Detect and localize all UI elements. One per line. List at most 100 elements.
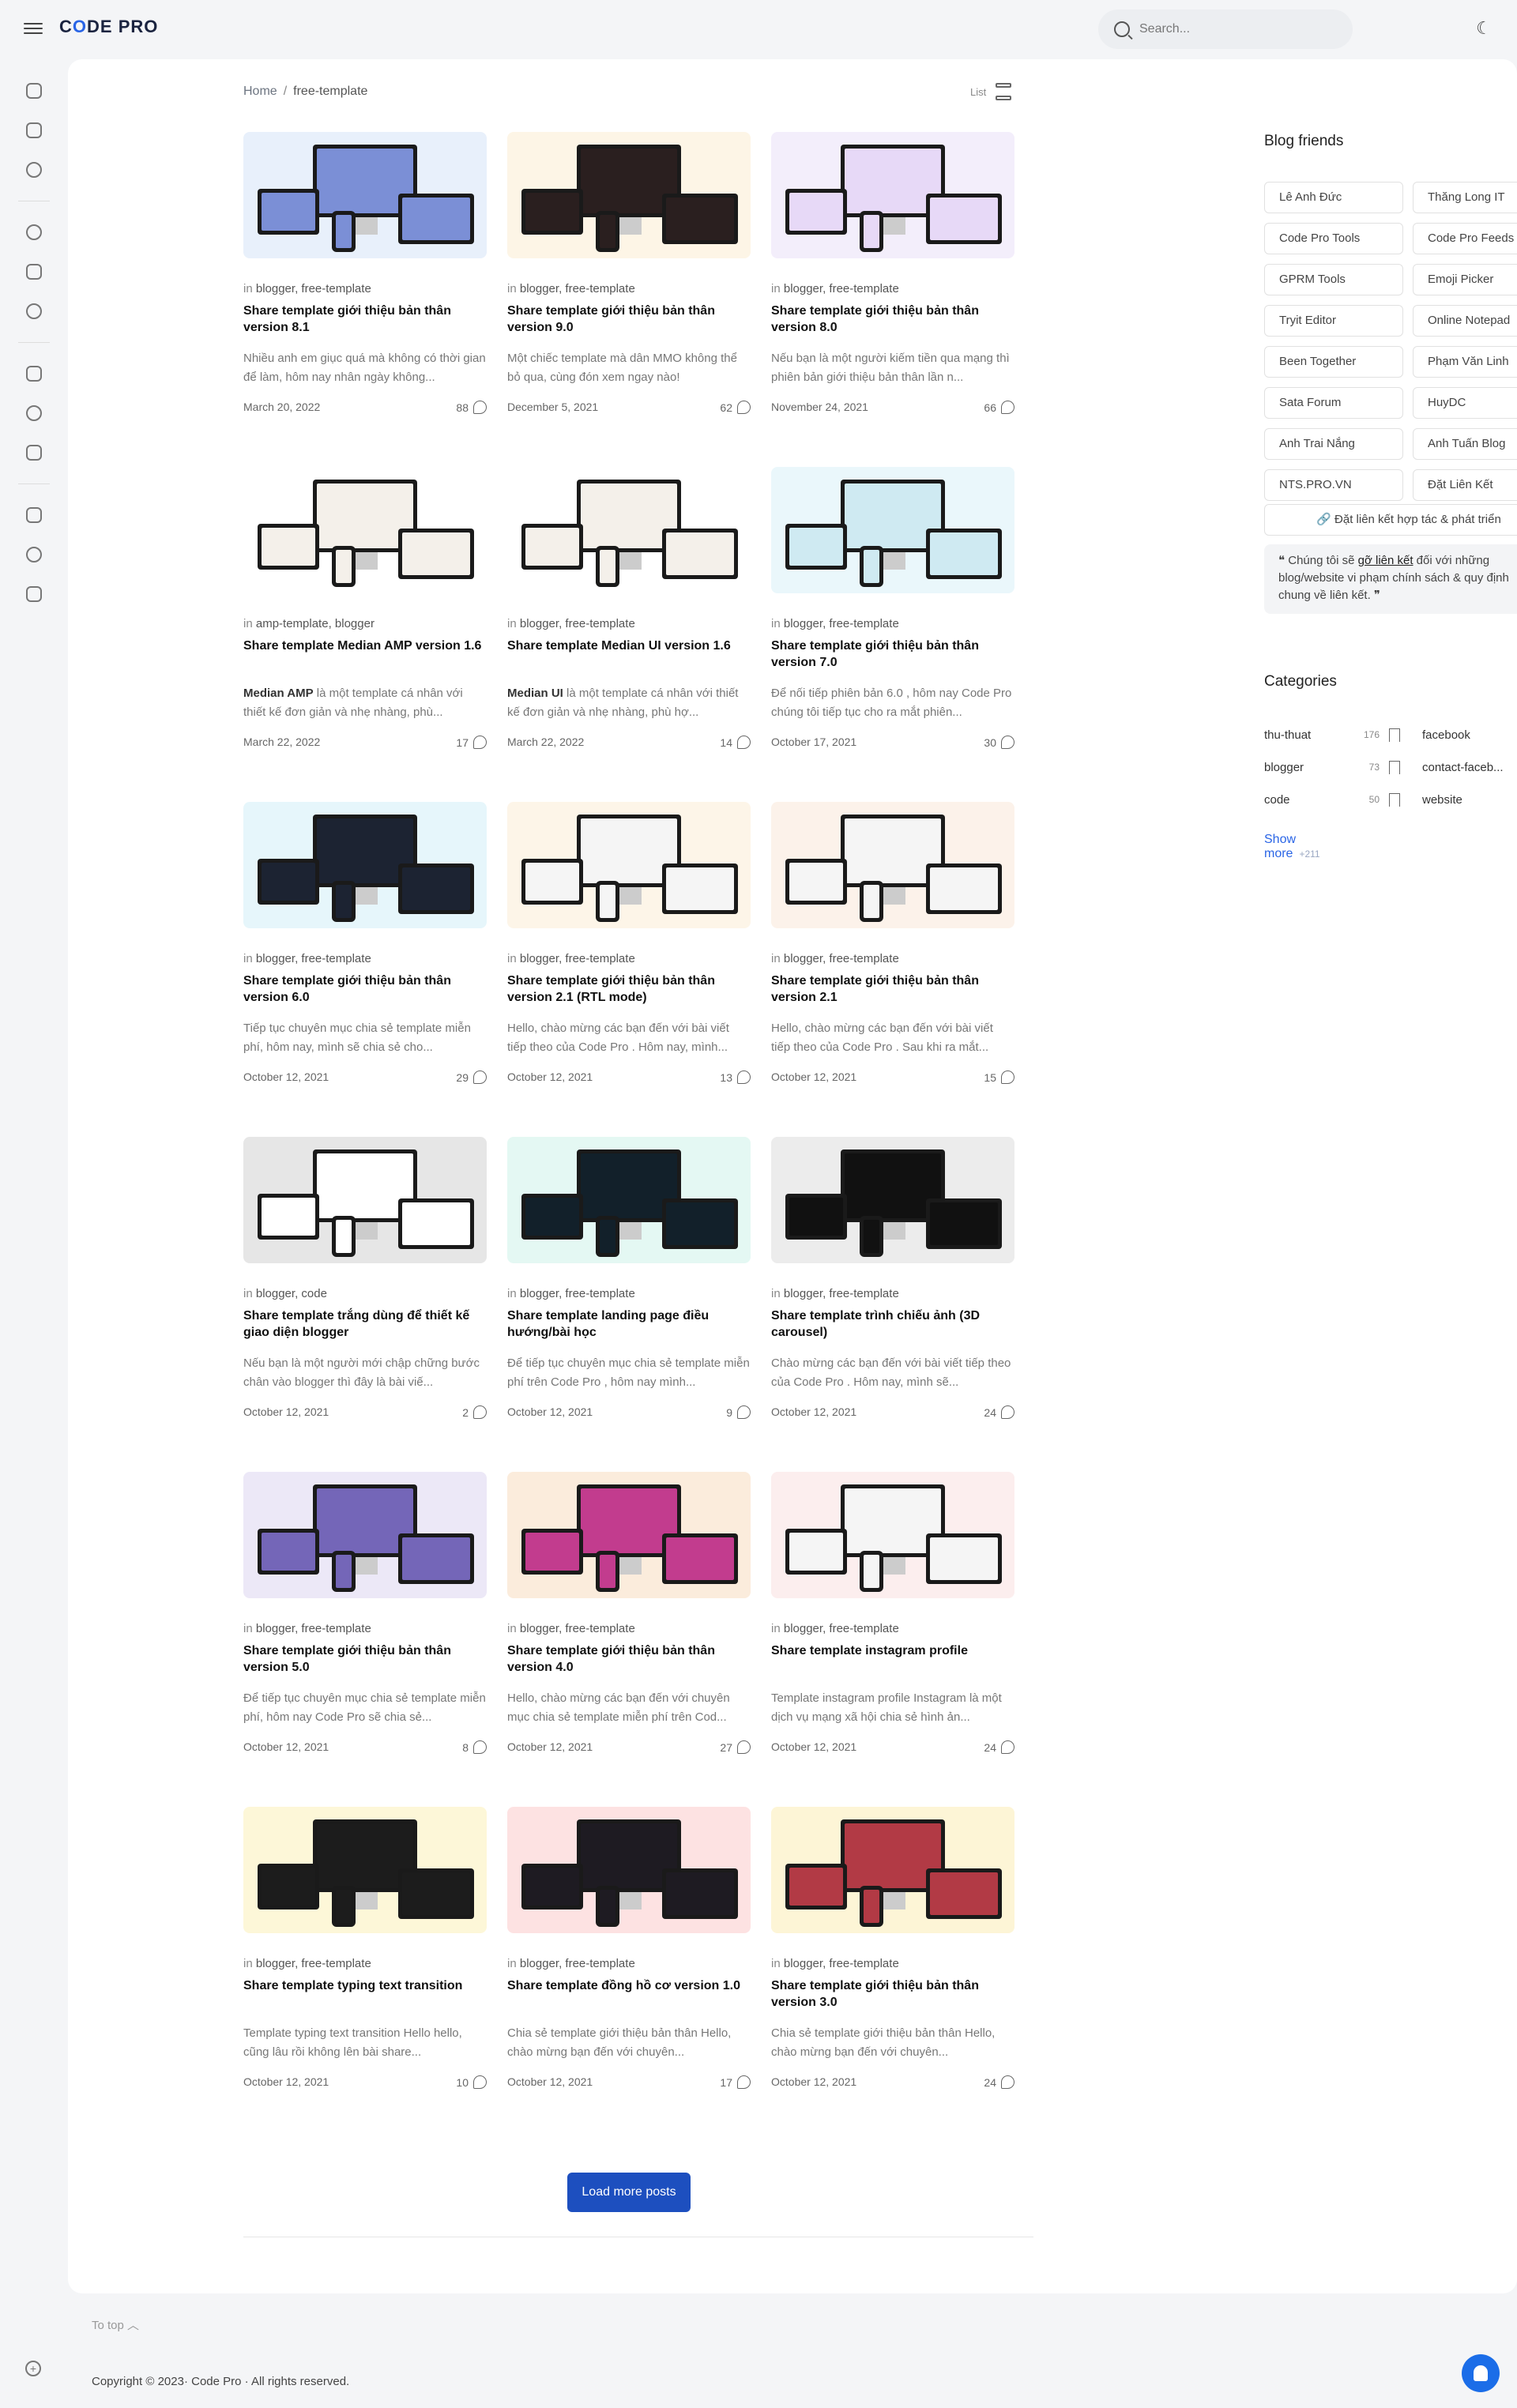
post-thumbnail[interactable] xyxy=(243,1807,487,1933)
comment-count[interactable]: 9 xyxy=(726,1405,751,1419)
post-tag-links[interactable]: blogger, free-template xyxy=(520,282,635,295)
post-thumbnail[interactable] xyxy=(243,802,487,928)
post-tag-links[interactable]: blogger, free-template xyxy=(256,1957,371,1970)
blog-friend-link[interactable]: Code Pro Feeds xyxy=(1413,223,1517,254)
site-logo[interactable]: CODE PRO xyxy=(59,17,158,37)
category-item[interactable]: blogger 73 xyxy=(1264,755,1403,779)
post-thumbnail[interactable] xyxy=(243,132,487,258)
blog-friend-link[interactable]: Anh Trai Nắng xyxy=(1264,428,1403,460)
post-title[interactable]: Share template giới thiệu bản thân versi… xyxy=(771,973,1014,1006)
post-thumbnail[interactable] xyxy=(507,467,751,593)
nav-mail[interactable] xyxy=(0,252,68,292)
breadcrumb-home[interactable]: Home xyxy=(243,85,277,98)
nav-document[interactable] xyxy=(0,495,68,535)
post-title[interactable]: Share template giới thiệu bản thân versi… xyxy=(243,1642,487,1676)
post-thumbnail[interactable] xyxy=(771,132,1014,258)
comment-count[interactable]: 8 xyxy=(462,1740,487,1754)
nav-cart[interactable] xyxy=(0,354,68,393)
blog-friend-link[interactable]: NTS.PRO.VN xyxy=(1264,469,1403,501)
post-tag-links[interactable]: blogger, free-template xyxy=(256,282,371,295)
post-title[interactable]: Share template landing page điều hướng/b… xyxy=(507,1307,751,1341)
comment-count[interactable]: 29 xyxy=(456,1070,487,1084)
post-tag-links[interactable]: blogger, free-template xyxy=(784,952,899,965)
nav-chat[interactable] xyxy=(0,292,68,331)
post-title[interactable]: Share template typing text transition xyxy=(243,1977,487,2011)
post-thumbnail[interactable] xyxy=(243,1472,487,1598)
nav-swap[interactable] xyxy=(0,150,68,190)
nav-lock[interactable] xyxy=(0,574,68,614)
notice-link[interactable]: gỡ liên kết xyxy=(1358,554,1413,567)
post-title[interactable]: Share template Median AMP version 1.6 xyxy=(243,638,487,671)
show-more-link[interactable]: Show more +211 xyxy=(1264,833,1320,861)
nav-users[interactable] xyxy=(0,213,68,252)
post-thumbnail[interactable] xyxy=(507,1472,751,1598)
post-title[interactable]: Share template Median UI version 1.6 xyxy=(507,638,751,671)
blog-friend-link[interactable]: Been Together xyxy=(1264,346,1403,378)
comment-count[interactable]: 17 xyxy=(456,736,487,749)
comment-count[interactable]: 24 xyxy=(984,1405,1014,1419)
blog-friend-link[interactable]: Lê Anh Đức xyxy=(1264,182,1403,213)
post-title[interactable]: Share template giới thiệu bản thân versi… xyxy=(243,303,487,336)
post-title[interactable]: Share template giới thiệu bản thân versi… xyxy=(507,303,751,336)
post-title[interactable]: Share template giới thiệu bản thân versi… xyxy=(771,638,1014,671)
post-title[interactable]: Share template giới thiệu bản thân versi… xyxy=(507,1642,751,1676)
comment-count[interactable]: 15 xyxy=(984,1070,1014,1084)
comment-count[interactable]: 62 xyxy=(720,401,751,414)
post-title[interactable]: Share template giới thiệu bản thân versi… xyxy=(243,973,487,1006)
nav-folder[interactable] xyxy=(0,111,68,150)
category-item[interactable]: code 50 xyxy=(1264,788,1403,811)
post-thumbnail[interactable] xyxy=(507,802,751,928)
view-toggle[interactable]: List xyxy=(970,83,1012,100)
blog-friend-link[interactable]: Phạm Văn Linh xyxy=(1413,346,1517,378)
comment-count[interactable]: 24 xyxy=(984,1740,1014,1754)
post-tag-links[interactable]: blogger, free-template xyxy=(256,1622,371,1635)
post-title[interactable]: Share template giới thiệu bản thân versi… xyxy=(771,303,1014,336)
category-item[interactable]: website 48 xyxy=(1422,788,1517,811)
blog-friend-link[interactable]: Sata Forum xyxy=(1264,387,1403,419)
post-title[interactable]: Share template giới thiệu bản thân versi… xyxy=(771,1977,1014,2011)
post-tag-links[interactable]: blogger, free-template xyxy=(520,617,635,630)
comment-count[interactable]: 2 xyxy=(462,1405,487,1419)
comment-count[interactable]: 13 xyxy=(720,1070,751,1084)
category-item[interactable]: facebook 110 xyxy=(1422,723,1517,747)
blog-friend-link[interactable]: Emoji Picker xyxy=(1413,264,1517,295)
post-thumbnail[interactable] xyxy=(507,132,751,258)
comment-count[interactable]: 30 xyxy=(984,736,1014,749)
post-thumbnail[interactable] xyxy=(243,467,487,593)
search-input[interactable]: Search... xyxy=(1098,9,1353,49)
category-item[interactable]: thu-thuat 176 xyxy=(1264,723,1403,747)
comment-count[interactable]: 24 xyxy=(984,2075,1014,2089)
moon-icon[interactable]: ☾ xyxy=(1473,17,1495,40)
category-item[interactable]: contact-faceb... 63 xyxy=(1422,755,1517,779)
post-tag-links[interactable]: blogger, free-template xyxy=(784,1622,899,1635)
blog-friend-link[interactable]: Thăng Long IT xyxy=(1413,182,1517,213)
nav-download[interactable] xyxy=(0,393,68,433)
comment-count[interactable]: 10 xyxy=(456,2075,487,2089)
comment-count[interactable]: 88 xyxy=(456,401,487,414)
post-thumbnail[interactable] xyxy=(771,1137,1014,1263)
hamburger-icon[interactable] xyxy=(24,20,43,37)
post-tag-links[interactable]: blogger, free-template xyxy=(784,617,899,630)
post-tag-links[interactable]: blogger, free-template xyxy=(784,1287,899,1300)
to-top-link[interactable]: To top ︿ xyxy=(92,2316,139,2333)
load-more-button[interactable]: Load more posts xyxy=(567,2173,691,2212)
post-title[interactable]: Share template instagram profile xyxy=(771,1642,1014,1676)
post-tag-links[interactable]: blogger, free-template xyxy=(520,1622,635,1635)
comment-count[interactable]: 17 xyxy=(720,2075,751,2089)
post-thumbnail[interactable] xyxy=(507,1137,751,1263)
post-thumbnail[interactable] xyxy=(243,1137,487,1263)
nav-shield[interactable] xyxy=(0,535,68,574)
post-thumbnail[interactable] xyxy=(507,1807,751,1933)
post-tag-links[interactable]: blogger, free-template xyxy=(784,282,899,295)
blog-friend-link[interactable]: Anh Tuấn Blog xyxy=(1413,428,1517,460)
partner-link-button[interactable]: 🔗 Đặt liên kết hợp tác & phát triển xyxy=(1264,504,1517,536)
post-title[interactable]: Share template đồng hồ cơ version 1.0 xyxy=(507,1977,751,2011)
nav-folder-2[interactable] xyxy=(0,433,68,472)
blog-friend-link[interactable]: Tryit Editor xyxy=(1264,305,1403,337)
post-title[interactable]: Share template giới thiệu bản thân versi… xyxy=(507,973,751,1006)
notification-button[interactable] xyxy=(1462,2354,1500,2392)
comment-count[interactable]: 14 xyxy=(720,736,751,749)
post-tag-links[interactable]: blogger, code xyxy=(256,1287,327,1300)
comment-count[interactable]: 27 xyxy=(720,1740,751,1754)
post-title[interactable]: Share template trình chiếu ảnh (3D carou… xyxy=(771,1307,1014,1341)
